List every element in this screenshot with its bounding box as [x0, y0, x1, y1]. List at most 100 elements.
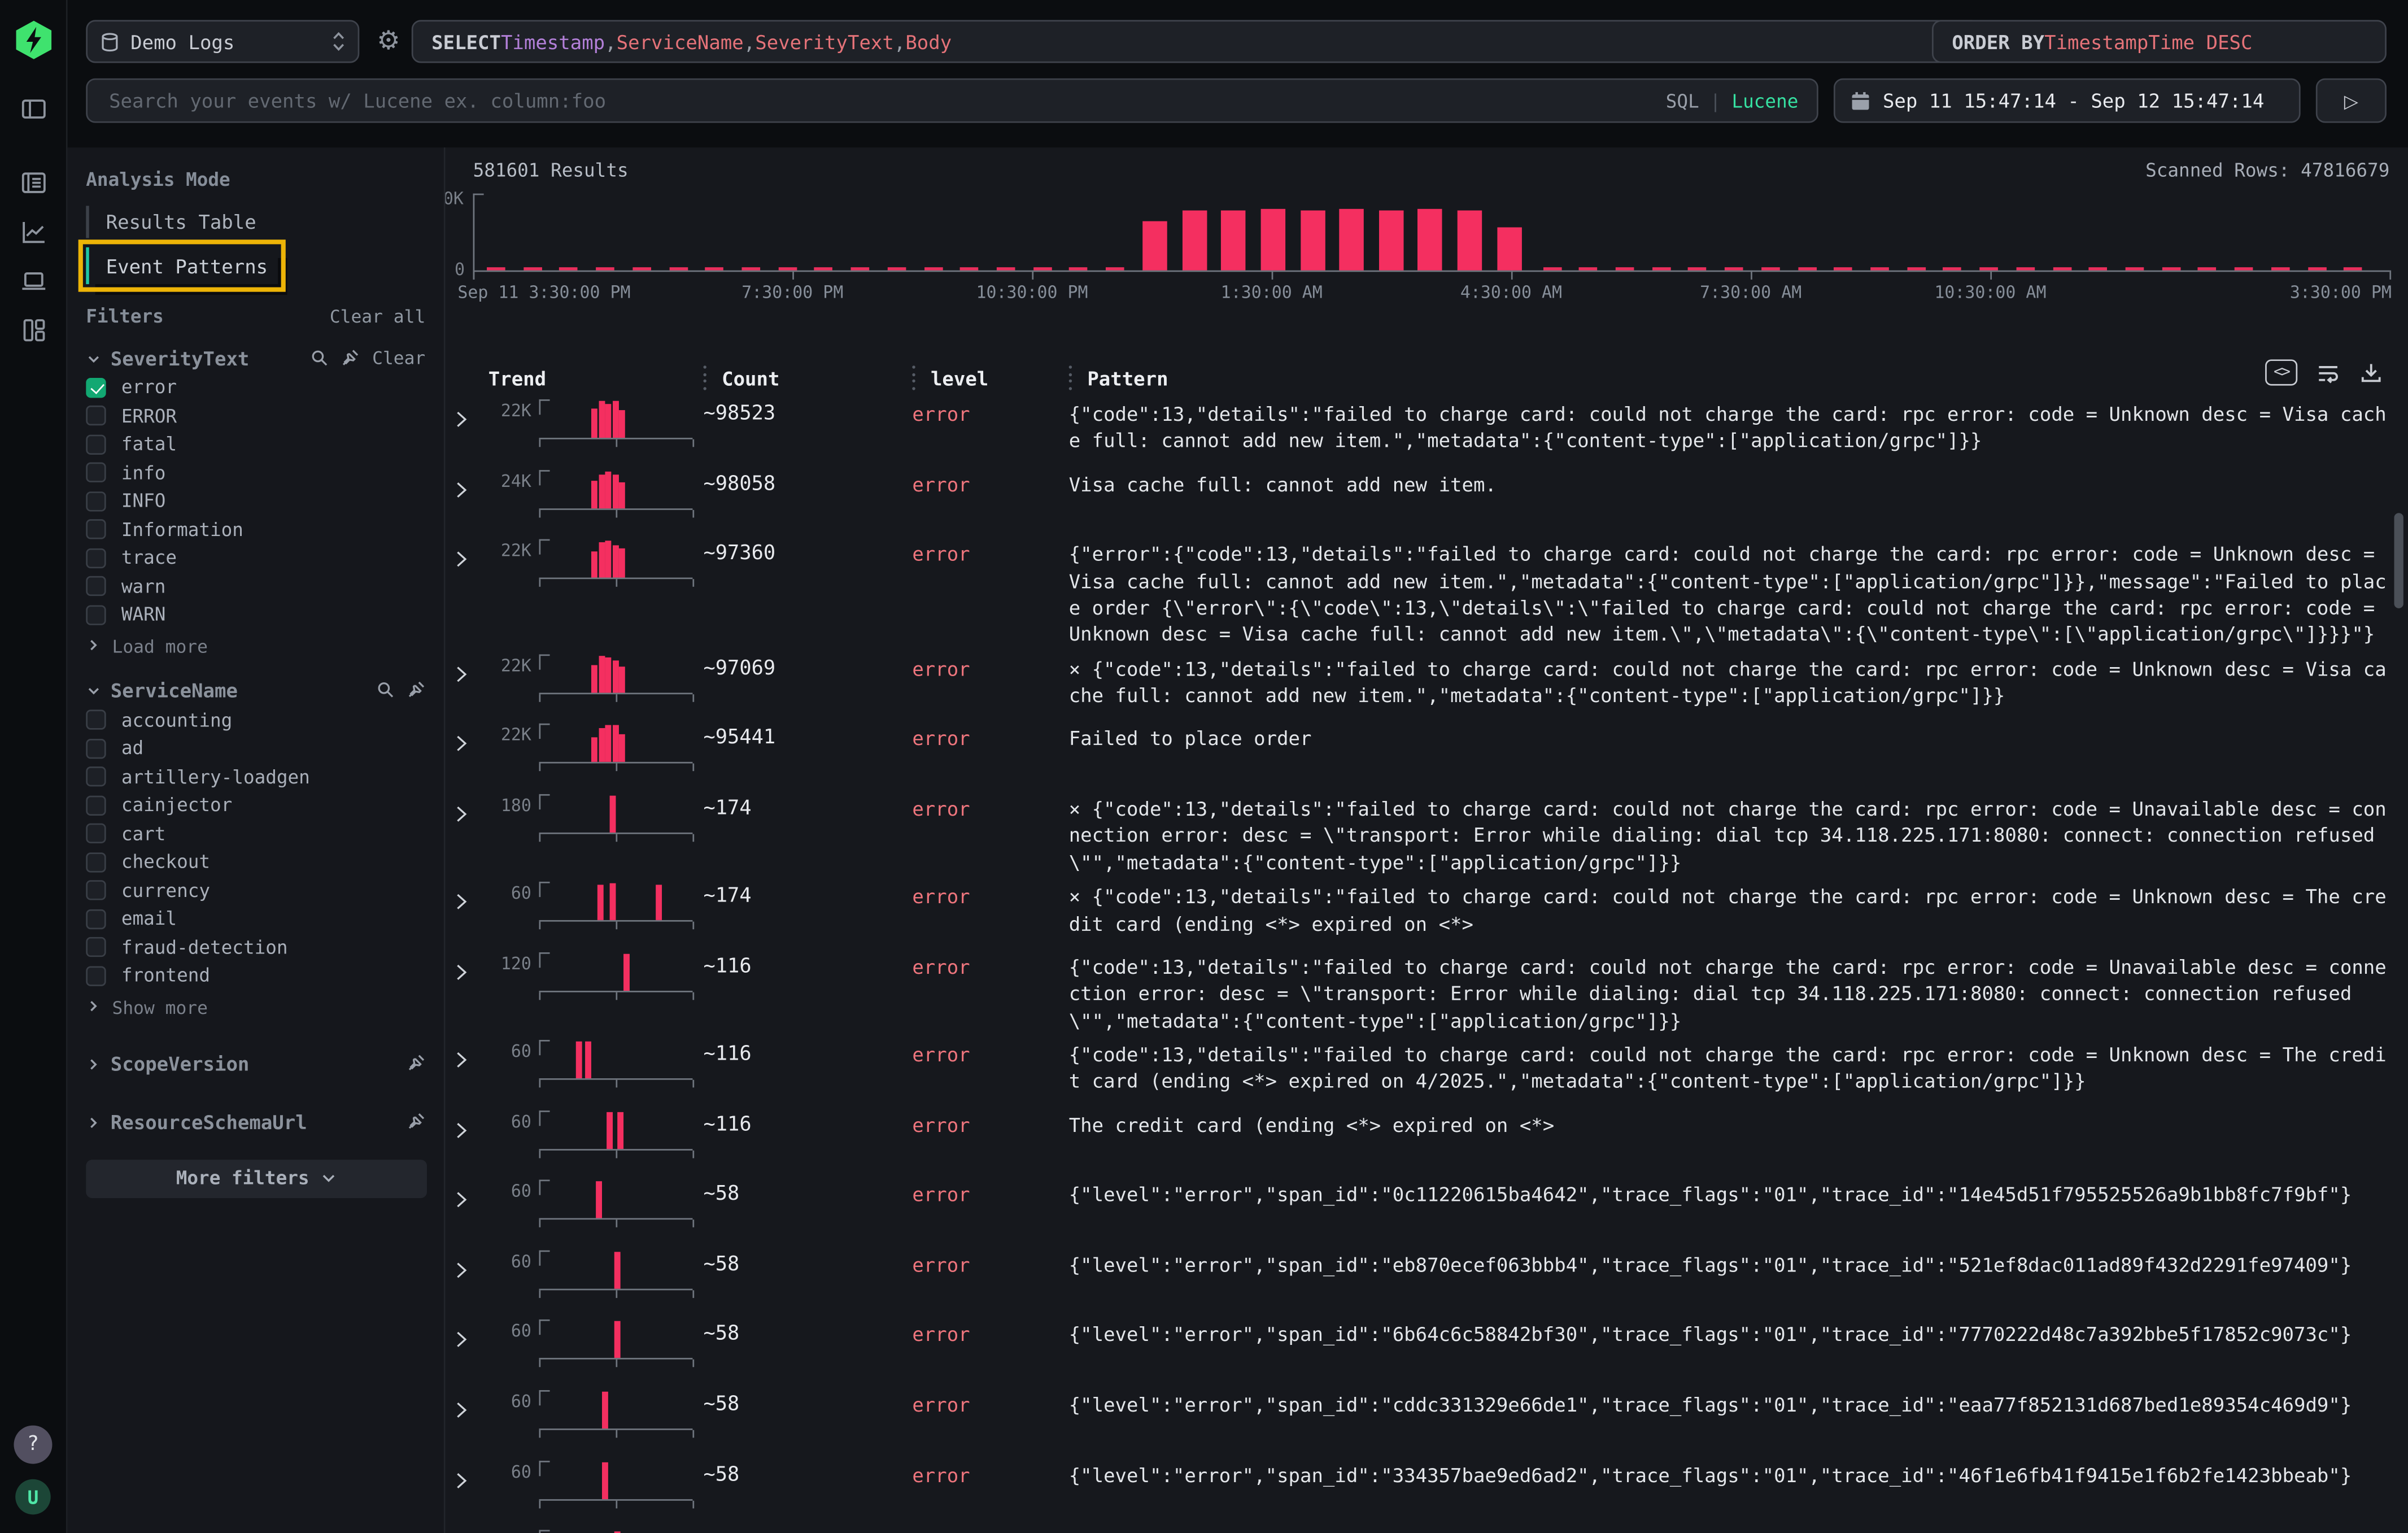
row-expand-chevron-icon[interactable] [455, 393, 488, 434]
filter-option-checkout[interactable]: checkout [86, 848, 425, 876]
source-select[interactable]: Demo Logs [86, 20, 359, 63]
chevron-right-icon[interactable] [86, 1108, 101, 1137]
toggle-lucene[interactable]: Lucene [1731, 90, 1798, 111]
checkbox[interactable] [86, 576, 106, 596]
row-expand-chevron-icon[interactable] [455, 1454, 488, 1495]
more-filters-button[interactable]: More filters [86, 1159, 427, 1197]
filter-option-email[interactable]: email [86, 905, 425, 933]
table-row[interactable]: 60~58error{"level":"error","span_id":"0c… [446, 1174, 2390, 1244]
gear-icon[interactable]: ⚙ [372, 25, 405, 59]
row-expand-chevron-icon[interactable] [455, 788, 488, 829]
filter-option-trace[interactable]: trace [86, 544, 425, 572]
analysis-mode-item-results-table[interactable]: Results Table [86, 206, 425, 238]
filter-option-fatal[interactable]: fatal [86, 430, 425, 458]
filter-group-name[interactable]: ResourceSchemaUrl [111, 1110, 307, 1134]
help-button[interactable]: ? [14, 1426, 52, 1464]
run-query-button[interactable]: ▷ [2316, 79, 2387, 123]
table-row[interactable]: 60~58error{"level":"error","span_id":"33… [446, 1454, 2390, 1524]
table-row[interactable]: 22K~97360error{"error":{"code":13,"detai… [446, 533, 2390, 648]
filter-option-currency[interactable]: currency [86, 876, 425, 904]
row-expand-chevron-icon[interactable] [455, 1174, 488, 1215]
table-row[interactable]: 60~174error× {"code":13,"details":"faile… [446, 876, 2390, 946]
search-logs-icon[interactable] [18, 167, 48, 198]
filter-option-cainjector[interactable]: cainjector [86, 791, 425, 819]
chevron-right-icon[interactable] [86, 1049, 101, 1078]
pin-icon[interactable] [407, 676, 426, 705]
filter-option-error[interactable]: error [86, 373, 425, 402]
column-drag-handle[interactable] [703, 366, 706, 390]
filter-option-warn[interactable]: WARN [86, 600, 425, 629]
checkbox[interactable] [86, 406, 106, 426]
checkbox[interactable] [86, 795, 106, 815]
table-row[interactable]: 60~58error{"level":"error","span_id":"6b… [446, 1314, 2390, 1384]
checkbox[interactable] [86, 938, 106, 957]
user-avatar[interactable]: U [15, 1479, 51, 1515]
download-icon[interactable] [2359, 360, 2384, 385]
filter-option-frontend[interactable]: frontend [86, 961, 425, 990]
checkbox[interactable] [86, 491, 106, 511]
filter-group-name[interactable]: ServiceName [111, 679, 238, 702]
filter-option-information[interactable]: Information [86, 515, 425, 543]
checkbox[interactable] [86, 463, 106, 482]
row-expand-chevron-icon[interactable] [455, 718, 488, 759]
checkbox[interactable] [86, 881, 106, 900]
checkbox[interactable] [86, 605, 106, 625]
load-more-link[interactable]: Show more [86, 993, 425, 1021]
search-input[interactable] [106, 88, 1666, 114]
pin-icon[interactable] [407, 1108, 426, 1137]
table-row[interactable]: 60~116errorThe credit card (ending <*> e… [446, 1104, 2390, 1174]
checkbox[interactable] [86, 767, 106, 787]
filter-option-artillery-loadgen[interactable]: artillery-loadgen [86, 763, 425, 791]
filter-option-info[interactable]: info [86, 459, 425, 487]
filter-option-info[interactable]: INFO [86, 487, 425, 515]
table-row[interactable]: 60~58error{"level":"error","span_id":"eb… [446, 1244, 2390, 1314]
chevron-down-icon[interactable] [86, 676, 101, 705]
filter-option-cart[interactable]: cart [86, 820, 425, 848]
checkbox[interactable] [86, 710, 106, 730]
hyperdx-logo-icon[interactable] [13, 20, 53, 60]
filter-option-accounting[interactable]: accounting [86, 706, 425, 734]
checkbox[interactable] [86, 852, 106, 872]
clear-filter-link[interactable]: Clear [372, 347, 425, 369]
filter-option-warn[interactable]: warn [86, 572, 425, 600]
pin-icon[interactable] [407, 1049, 426, 1078]
checkbox[interactable] [86, 548, 106, 568]
dashboards-icon[interactable] [18, 315, 48, 345]
pin-icon[interactable] [342, 343, 360, 373]
row-expand-chevron-icon[interactable] [455, 946, 488, 987]
date-range-picker[interactable]: Sep 11 15:47:14 - Sep 12 15:47:14 [1834, 79, 2301, 123]
row-expand-chevron-icon[interactable] [455, 1244, 488, 1285]
column-drag-handle[interactable] [1069, 366, 1072, 390]
sidebar-toggle-icon[interactable] [18, 94, 48, 124]
column-drag-handle[interactable] [912, 366, 915, 390]
scrollbar-thumb[interactable] [2394, 513, 2403, 608]
table-row[interactable]: 60~116error{"code":13,"details":"failed … [446, 1034, 2390, 1104]
load-more-link[interactable]: Load more [86, 632, 425, 660]
order-by-input[interactable]: ORDER BY TimestampTime DESC [1932, 20, 2387, 63]
row-expand-chevron-icon[interactable] [455, 1314, 488, 1355]
table-row[interactable]: 22K~95441errorFailed to place order [446, 718, 2390, 788]
checkbox[interactable] [86, 909, 106, 929]
checkbox[interactable] [86, 738, 106, 758]
chevron-down-icon[interactable] [86, 343, 101, 373]
sessions-icon[interactable] [18, 265, 48, 296]
analysis-mode-item-event-patterns[interactable]: Event Patterns [86, 247, 278, 284]
row-expand-chevron-icon[interactable] [455, 1104, 488, 1145]
filter-group-name[interactable]: SeverityText [111, 346, 250, 369]
code-view-icon[interactable]: <> [2265, 359, 2297, 385]
search-icon[interactable] [376, 676, 395, 705]
filter-group-name[interactable]: ScopeVersion [111, 1052, 250, 1075]
table-row[interactable]: 22K~97069error× {"code":13,"details":"fa… [446, 648, 2390, 718]
filter-option-fraud-detection[interactable]: fraud-detection [86, 933, 425, 961]
row-expand-chevron-icon[interactable] [455, 1034, 488, 1075]
row-expand-chevron-icon[interactable] [455, 1524, 488, 1533]
checkbox-checked[interactable] [86, 377, 106, 397]
table-row[interactable]: 24K~98058errorVisa cache full: cannot ad… [446, 463, 2390, 533]
row-expand-chevron-icon[interactable] [455, 463, 488, 504]
table-row[interactable]: 22K~98523error{"code":13,"details":"fail… [446, 393, 2390, 463]
clear-all-filters[interactable]: Clear all [330, 306, 425, 327]
results-histogram[interactable]: 80K0Sep 11 3:30:00 PM7:30:00 PM10:30:00 … [473, 194, 2390, 298]
checkbox[interactable] [86, 824, 106, 843]
row-expand-chevron-icon[interactable] [455, 533, 488, 574]
checkbox[interactable] [86, 520, 106, 539]
